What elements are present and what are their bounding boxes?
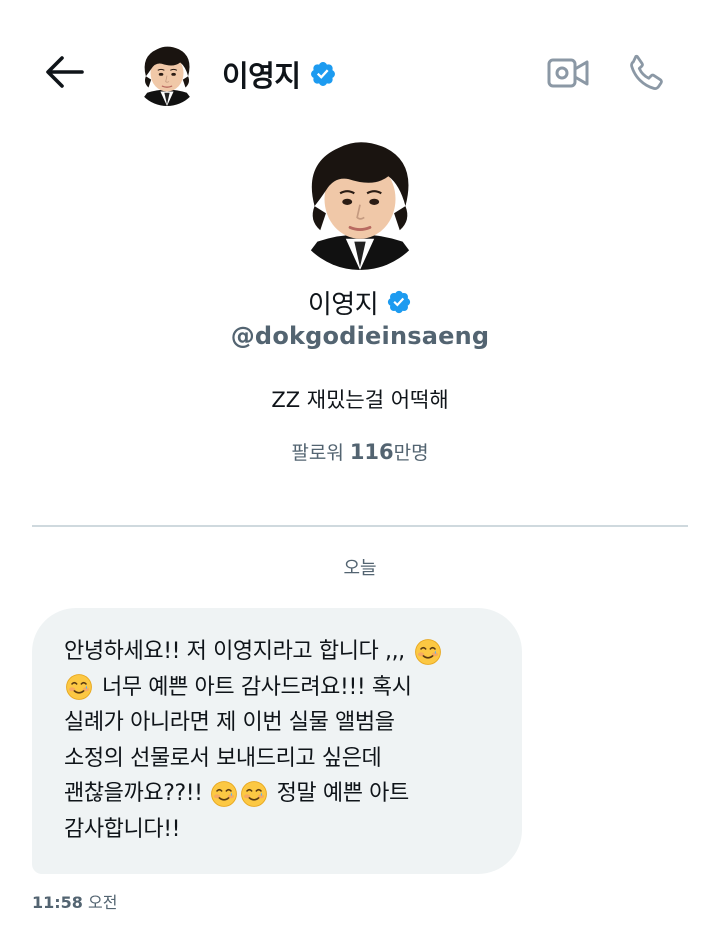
- header-title[interactable]: 이영지: [222, 52, 337, 96]
- message-line: 안녕하세요!! 저 이영지라고 합니다 ,,,: [64, 634, 492, 670]
- profile-handle[interactable]: @dokgodieinsaeng: [231, 322, 490, 350]
- smiling-face-with-tear-icon: [414, 638, 442, 666]
- date-separator: 오늘: [343, 558, 377, 579]
- message-text: 너무 예쁜 아트 감사드려요!!! 혹시: [102, 674, 412, 700]
- message-line: 감사합니다!!: [64, 812, 492, 848]
- header-name: 이영지: [222, 59, 301, 93]
- header-avatar[interactable]: [134, 40, 200, 106]
- verified-badge-icon: [309, 60, 337, 88]
- profile-name: 이영지: [307, 289, 379, 320]
- followers-unit: 만명: [393, 442, 429, 464]
- video-call-button[interactable]: [544, 52, 592, 94]
- message-text: 실례가 아니라면 제 이번 실물 앨범을: [64, 710, 395, 735]
- back-button[interactable]: [38, 50, 90, 94]
- profile-bio: ZZ 재밌는걸 어떡해: [271, 388, 449, 412]
- smiling-face-with-tear-icon: [65, 673, 93, 701]
- verified-badge-icon: [386, 289, 412, 315]
- profile-name-row: 이영지: [308, 284, 412, 320]
- avatar-image: [289, 128, 431, 270]
- voice-call-button[interactable]: [622, 48, 672, 98]
- message-text: 소정의 선물로서 보내드리고 싶은데: [64, 745, 382, 771]
- arrow-left-icon: [46, 56, 84, 88]
- video-camera-icon: [547, 58, 589, 88]
- smiling-face-with-tear-icon: [240, 780, 268, 808]
- phone-icon: [630, 54, 663, 90]
- message-line: 실례가 아니라면 제 이번 실물 앨범을: [64, 705, 492, 741]
- message-time: 11:58: [32, 893, 83, 912]
- message-line: 소정의 선물로서 보내드리고 싶은데: [64, 741, 492, 777]
- profile-card: 이영지 @dokgodieinsaeng ZZ 재밌는걸 어떡해 팔로워 116…: [0, 124, 720, 465]
- top-bar: 이영지: [0, 0, 720, 140]
- message-line: 괜찮을까요??!! 정말 예쁜 아트: [64, 776, 492, 812]
- followers-number: 116: [349, 440, 394, 464]
- message-text: 정말 예쁜 아트: [276, 781, 410, 806]
- message-bubble[interactable]: 안녕하세요!! 저 이영지라고 합니다 ,,, 너무 예쁜 아트 감사드려요!!…: [32, 608, 522, 874]
- smiling-face-with-tear-icon: [210, 780, 238, 808]
- profile-avatar[interactable]: [289, 128, 431, 270]
- message-text: 안녕하세요!! 저 이영지라고 합니다 ,,,: [64, 639, 405, 664]
- message-period: 오전: [88, 893, 118, 912]
- message-timestamp: 11:58 오전: [32, 889, 117, 913]
- avatar-image: [134, 40, 200, 106]
- divider: [32, 525, 688, 527]
- followers-label: 팔로워: [291, 442, 344, 464]
- message-line: 너무 예쁜 아트 감사드려요!!! 혹시: [64, 670, 492, 706]
- followers-count[interactable]: 팔로워 116만명: [291, 438, 428, 465]
- message-text: 감사합니다!!: [64, 816, 181, 842]
- message-text: 괜찮을까요??!!: [64, 781, 203, 806]
